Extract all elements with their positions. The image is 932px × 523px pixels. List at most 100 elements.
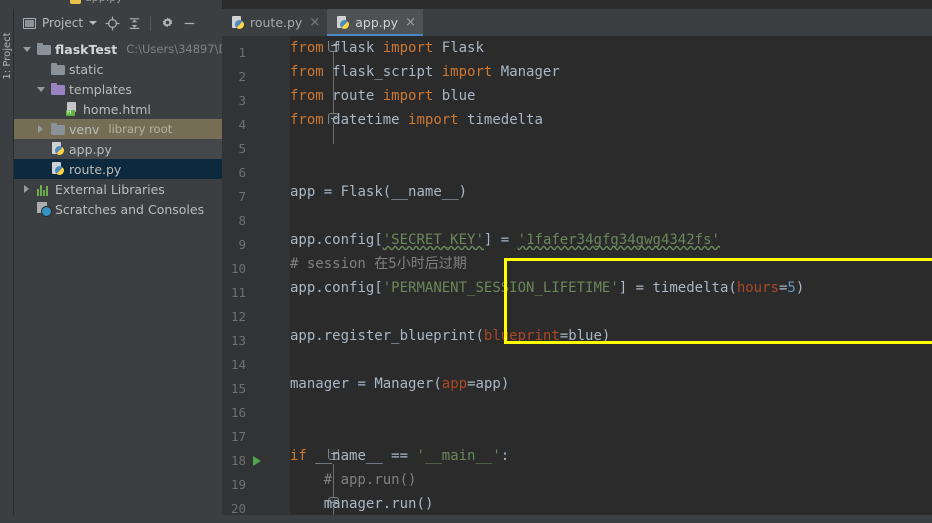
line-number: 15	[230, 381, 246, 396]
chevron-down-icon[interactable]	[20, 46, 33, 52]
run-line-icon[interactable]	[253, 456, 261, 466]
close-icon[interactable]: ×	[405, 16, 416, 29]
breadcrumb-label: app.py	[85, 0, 123, 4]
line-number: 6	[238, 165, 246, 180]
tree-item-external-libraries[interactable]: External Libraries	[14, 179, 222, 199]
code-lines: from flask import Flask from flask_script…	[290, 36, 932, 523]
code-line: if __name__ == '__main__':	[290, 448, 510, 464]
line-number: 16	[230, 405, 246, 420]
code-line: # app.run()	[290, 472, 417, 488]
tree-item-label: External Libraries	[55, 181, 165, 197]
folder-purple-icon	[51, 83, 65, 95]
tree-item-home-html[interactable]: Hhome.html	[14, 99, 222, 119]
line-number: 3	[238, 93, 246, 108]
tree-item-static[interactable]: static	[14, 59, 222, 79]
line-number: 4	[238, 117, 246, 132]
pycharm-window: app.py 1: Project Project	[0, 0, 932, 523]
tree-item-templates[interactable]: templates	[14, 79, 222, 99]
line-number: 1	[238, 45, 246, 60]
editor-area: route.py × app.py × 1 2 3 4 5 6 7 8 9 10 11 12 13 14 15 16…	[222, 0, 932, 523]
code-line: app.config['SECRET_KEY'] = '1fafer34gfg3…	[290, 232, 720, 248]
line-number: 8	[238, 213, 246, 228]
line-number: 18	[230, 453, 246, 468]
project-view-icon	[23, 17, 36, 29]
tree-item-label: home.html	[83, 101, 151, 117]
locate-icon[interactable]	[102, 13, 122, 33]
editor-tab-label: route.py	[250, 15, 303, 30]
code-editor[interactable]: 1 2 3 4 5 6 7 8 9 10 11 12 13 14 15 16 17 18 19 20 from fla…	[222, 36, 932, 523]
chevron-right-icon[interactable]	[20, 185, 33, 193]
line-number: 19	[230, 477, 246, 492]
project-tree[interactable]: flaskTest C:\Users\34897\D static templates…	[14, 37, 222, 523]
line-number: 13	[230, 333, 246, 348]
project-title-label: Project	[42, 16, 84, 30]
editor-tab-label: app.py	[355, 15, 399, 30]
python-file-icon	[231, 15, 245, 30]
tree-item-sublabel: C:\Users\34897\D	[126, 42, 222, 56]
libraries-icon	[37, 184, 51, 196]
chevron-down-icon	[89, 21, 98, 25]
tree-item-venv[interactable]: venv library root	[14, 119, 222, 139]
code-line: from flask import Flask	[290, 40, 484, 56]
python-file-icon	[51, 162, 65, 176]
close-icon[interactable]: ×	[309, 16, 320, 29]
python-file-icon	[51, 142, 65, 156]
tree-item-label: app.py	[69, 141, 112, 157]
hide-icon[interactable]	[179, 13, 199, 33]
line-number: 17	[230, 429, 246, 444]
chevron-down-icon[interactable]	[34, 86, 47, 92]
breadcrumb[interactable]: app.py	[70, 0, 123, 4]
collapse-all-icon[interactable]	[124, 13, 144, 33]
python-file-icon	[70, 0, 81, 4]
code-line: # session 在5小时后过期	[290, 256, 467, 272]
tree-item-label: flaskTest	[55, 41, 118, 57]
fold-strip[interactable]	[274, 36, 339, 523]
editor-tab-bar: route.py × app.py ×	[222, 9, 932, 36]
project-panel: Project flaskTest C:\Users\34897\D stati…	[14, 9, 222, 523]
chevron-right-icon[interactable]	[34, 125, 47, 133]
tree-item-label: route.py	[69, 161, 122, 177]
left-tool-strip: 1: Project	[0, 9, 14, 523]
code-line: app.config['PERMANENT_SESSION_LIFETIME']…	[290, 280, 805, 296]
toolbar-divider	[150, 15, 152, 31]
tree-item-label: static	[69, 61, 104, 77]
tree-item-scratches-and-consoles[interactable]: Scratches and Consoles	[14, 199, 222, 219]
tree-item-label: venv	[69, 121, 100, 137]
line-number: 14	[230, 357, 246, 372]
editor-tab-route-py[interactable]: route.py ×	[222, 9, 328, 36]
scratches-icon	[37, 202, 52, 217]
line-number: 7	[238, 189, 246, 204]
line-number: 2	[238, 69, 246, 84]
tree-item-flasktest[interactable]: flaskTest C:\Users\34897\D	[14, 39, 222, 59]
code-line: manager.run()	[323, 496, 434, 512]
project-title-dropdown[interactable]: Project	[20, 14, 100, 32]
status-bar-strip	[0, 515, 932, 523]
line-number: 11	[230, 285, 246, 300]
folder-icon	[37, 43, 51, 55]
editor-tab-app-py[interactable]: app.py ×	[327, 9, 423, 36]
tree-item-sublabel: library root	[108, 122, 173, 136]
tree-item-route-py[interactable]: route.py	[14, 159, 222, 179]
code-line: from datetime import timedelta	[290, 112, 543, 128]
html-file-icon: H	[65, 102, 79, 116]
folder-icon	[51, 63, 65, 75]
sidebar-tab-project[interactable]: 1: Project	[1, 21, 15, 91]
python-file-icon	[336, 15, 350, 30]
code-line: from flask_script import Manager	[290, 64, 560, 80]
code-line: manager = Manager(app=app)	[290, 376, 510, 392]
tree-item-label: templates	[69, 81, 132, 97]
tree-item-app-py[interactable]: app.py	[14, 139, 222, 159]
status-bar-left	[0, 515, 14, 523]
line-number: 10	[230, 261, 246, 276]
line-number: 12	[230, 309, 246, 324]
settings-gear-icon[interactable]	[157, 13, 177, 33]
line-number: 5	[238, 141, 246, 156]
project-toolbar: Project	[14, 9, 222, 37]
